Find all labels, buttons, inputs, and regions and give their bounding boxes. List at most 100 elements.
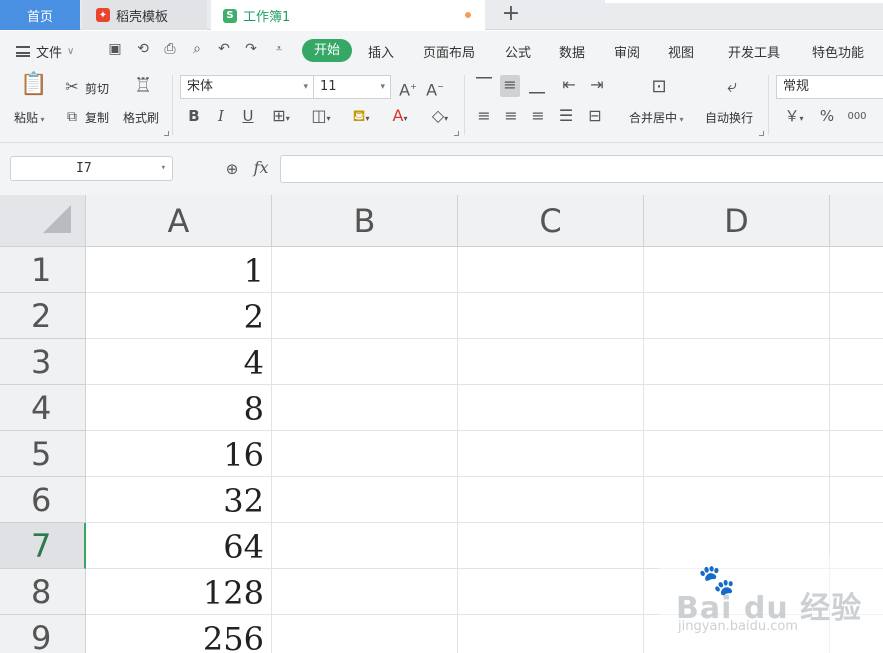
menu-developer[interactable]: 开发工具: [728, 42, 780, 61]
menu-special[interactable]: 特色功能: [812, 42, 864, 61]
bold-button[interactable]: B: [185, 106, 203, 126]
menu-start[interactable]: 开始: [302, 39, 352, 62]
tab-home[interactable]: 首页: [0, 0, 80, 30]
cell-c1[interactable]: [458, 247, 644, 293]
cell-e2[interactable]: [830, 293, 883, 339]
cell-c8[interactable]: [458, 569, 644, 615]
percent-button[interactable]: %: [818, 106, 836, 126]
borders-icon[interactable]: ⊞▾: [268, 106, 294, 129]
cell-c5[interactable]: [458, 431, 644, 477]
underline-button[interactable]: U: [239, 106, 257, 126]
cell-a2[interactable]: 2: [86, 293, 272, 339]
align-middle-icon[interactable]: ≡: [500, 75, 520, 97]
save-icon[interactable]: ▣: [106, 39, 124, 59]
cell-c7[interactable]: [458, 523, 644, 569]
menu-data[interactable]: 数据: [559, 42, 585, 61]
formula-input[interactable]: [280, 155, 883, 183]
cell-d2[interactable]: [644, 293, 830, 339]
row-header-6[interactable]: 6: [0, 477, 86, 523]
cell-d4[interactable]: [644, 385, 830, 431]
cut-button[interactable]: 剪切: [85, 80, 109, 97]
print-preview-icon[interactable]: ⌕: [188, 39, 206, 59]
customize-toolbar-icon[interactable]: ⩡: [270, 39, 288, 59]
select-all-corner[interactable]: [0, 195, 86, 247]
alignment-launcher-icon[interactable]: [759, 131, 764, 136]
menu-review[interactable]: 审阅: [614, 42, 640, 61]
cell-a5[interactable]: 16: [86, 431, 272, 477]
copy-button[interactable]: 复制: [85, 109, 109, 126]
fill-pattern-icon[interactable]: ◫▾: [306, 106, 336, 129]
cell-c4[interactable]: [458, 385, 644, 431]
thousands-button[interactable]: 000: [845, 107, 869, 127]
cell-b6[interactable]: [272, 477, 458, 523]
cell-b9[interactable]: [272, 615, 458, 653]
cell-d1[interactable]: [644, 247, 830, 293]
cell-b1[interactable]: [272, 247, 458, 293]
row-header-1[interactable]: 1: [0, 247, 86, 293]
column-header-a[interactable]: A: [86, 195, 272, 247]
row-header-4[interactable]: 4: [0, 385, 86, 431]
font-color-icon[interactable]: A▾: [385, 106, 415, 129]
column-header-e[interactable]: [830, 195, 883, 247]
zoom-icon[interactable]: ⊕: [222, 159, 242, 179]
decrease-font-icon[interactable]: A−: [425, 77, 445, 100]
undo-icon[interactable]: ↶: [215, 39, 233, 59]
column-header-b[interactable]: B: [272, 195, 458, 247]
cell-c3[interactable]: [458, 339, 644, 385]
tab-workbook[interactable]: S 工作簿1: [211, 0, 485, 31]
cell-e1[interactable]: [830, 247, 883, 293]
row-header-9[interactable]: 9: [0, 615, 86, 653]
merge-center-button[interactable]: 合并居中 ▾: [629, 109, 684, 126]
column-header-c[interactable]: C: [458, 195, 644, 247]
distributed-icon[interactable]: ⊟: [584, 106, 606, 126]
cell-e3[interactable]: [830, 339, 883, 385]
cell-d6[interactable]: [644, 477, 830, 523]
font-family-select[interactable]: 宋体 ▾: [180, 75, 313, 99]
new-tab-button[interactable]: +: [497, 2, 525, 28]
menu-view[interactable]: 视图: [668, 42, 694, 61]
paste-button[interactable]: 粘贴 ▾: [14, 109, 45, 126]
decrease-indent-icon[interactable]: ⇤: [558, 75, 580, 95]
cell-b5[interactable]: [272, 431, 458, 477]
redo-icon[interactable]: ↷: [242, 39, 260, 59]
clear-format-icon[interactable]: ◇▾: [425, 106, 455, 129]
align-top-icon[interactable]: ⎺: [474, 75, 494, 95]
align-bottom-icon[interactable]: ⎽: [527, 75, 547, 95]
font-launcher-icon[interactable]: [454, 131, 459, 136]
cell-b7[interactable]: [272, 523, 458, 569]
number-format-select[interactable]: 常规: [776, 75, 883, 99]
align-right-icon[interactable]: ≡: [528, 106, 548, 126]
justify-icon[interactable]: ☰: [556, 106, 576, 126]
wrap-text-button[interactable]: 自动换行: [705, 109, 753, 126]
row-header-5[interactable]: 5: [0, 431, 86, 477]
cell-c2[interactable]: [458, 293, 644, 339]
cell-a9[interactable]: 256: [86, 615, 272, 653]
format-painter-button[interactable]: 格式刷: [123, 109, 159, 126]
print-icon[interactable]: ⎙: [161, 39, 179, 59]
fx-icon[interactable]: fx: [250, 158, 272, 178]
cell-a6[interactable]: 32: [86, 477, 272, 523]
cell-b3[interactable]: [272, 339, 458, 385]
cell-d3[interactable]: [644, 339, 830, 385]
align-left-icon[interactable]: ≡: [474, 106, 494, 126]
cell-b2[interactable]: [272, 293, 458, 339]
cell-e5[interactable]: [830, 431, 883, 477]
cell-d5[interactable]: [644, 431, 830, 477]
currency-button[interactable]: ￥▾: [780, 106, 808, 129]
cell-e4[interactable]: [830, 385, 883, 431]
column-header-d[interactable]: D: [644, 195, 830, 247]
export-icon[interactable]: ⟲: [134, 39, 152, 59]
tab-docer-templates[interactable]: ✦ 稻壳模板: [82, 0, 207, 30]
cell-a1[interactable]: 1: [86, 247, 272, 293]
cell-b4[interactable]: [272, 385, 458, 431]
cell-a4[interactable]: 8: [86, 385, 272, 431]
cell-e6[interactable]: [830, 477, 883, 523]
fill-color-icon[interactable]: ⛾▾: [346, 106, 376, 129]
italic-button[interactable]: I: [212, 106, 230, 126]
font-size-select[interactable]: 11 ▾: [313, 75, 391, 99]
paste-icon[interactable]: 📋: [20, 74, 47, 101]
row-header-8[interactable]: 8: [0, 569, 86, 615]
clipboard-launcher-icon[interactable]: [164, 131, 169, 136]
menu-formulas[interactable]: 公式: [505, 42, 531, 61]
menu-insert[interactable]: 插入: [368, 42, 394, 61]
